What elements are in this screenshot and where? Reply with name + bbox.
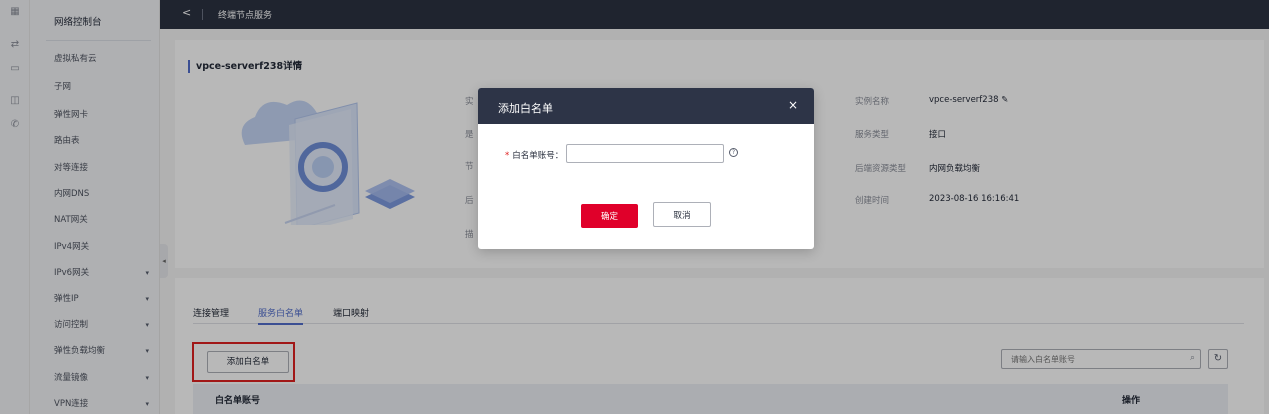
field-label-text: 白名单账号： xyxy=(512,151,564,161)
dialog-title: 添加白名单 xyxy=(498,102,553,115)
confirm-button[interactable]: 确定 xyxy=(581,204,638,228)
dialog-header: 添加白名单 × xyxy=(478,88,814,124)
close-icon[interactable]: × xyxy=(788,98,798,112)
whitelist-account-label: * 白名单账号： xyxy=(505,149,563,161)
add-whitelist-dialog: 添加白名单 × * 白名单账号： ? 确定 取消 xyxy=(478,88,814,249)
required-mark: * xyxy=(505,151,510,161)
whitelist-account-input[interactable] xyxy=(566,144,724,163)
cancel-button[interactable]: 取消 xyxy=(653,202,711,227)
help-icon[interactable]: ? xyxy=(729,148,738,157)
